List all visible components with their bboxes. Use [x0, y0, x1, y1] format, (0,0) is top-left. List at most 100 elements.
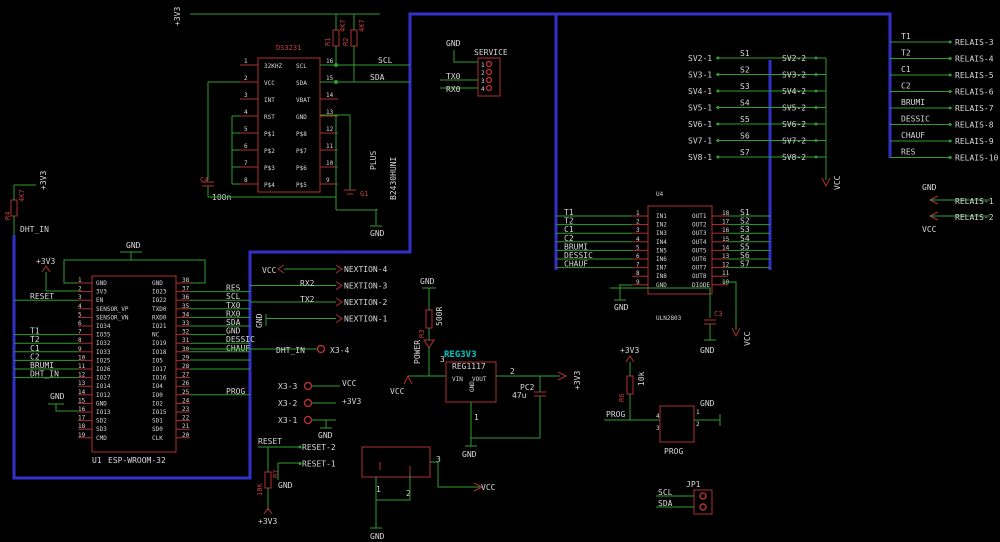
esp-lpin-num: 13 — [78, 380, 86, 387]
prog-button[interactable] — [659, 405, 695, 443]
nextion-arrow — [335, 314, 343, 323]
service-tx: TX0 — [446, 72, 461, 81]
r2-ref: R2 — [342, 38, 350, 46]
x3-pin — [303, 415, 313, 425]
esp-lpin-num: 6 — [78, 320, 82, 327]
sv-left-pin — [716, 106, 720, 109]
x3-label: X3-1 — [278, 416, 297, 425]
esp-rpin-name: IO2 — [152, 400, 163, 407]
ds3231-lpin-name: P$2 — [264, 148, 275, 155]
ds3231-rpin-name: P$8 — [296, 131, 307, 138]
esp32-module: U1 ESP-WROOM-32 1 GND 2 3V3 3 EN RESET 4 SENSOR_VP… — [14, 275, 255, 465]
relais-gnd-label: GND — [922, 183, 937, 192]
reg-vin: VIN — [452, 376, 463, 383]
prog-v33-arrow — [625, 355, 635, 363]
nextion-gnd: GND — [255, 313, 264, 328]
relais-net: RES — [901, 148, 916, 157]
sv-left-net: S6 — [740, 132, 750, 141]
uln-rpin-name: OUT3 — [692, 230, 707, 237]
r7-value: 10K — [256, 483, 264, 496]
r4-ref: R4 — [4, 212, 12, 220]
uln-lpin-name: IN4 — [656, 239, 667, 246]
esp-rpin-name: IO18 — [152, 349, 167, 356]
signal-bus — [12, 12, 892, 480]
v33-label-top: +3V3 — [173, 7, 182, 26]
service-pin — [485, 76, 493, 84]
esp-rpin-name: TXD0 — [152, 306, 167, 313]
esp-ref: U1 — [92, 456, 102, 465]
reg-gnd: GND — [469, 381, 476, 392]
ds3231-lpin-name: VCC — [264, 80, 275, 87]
uln-lpin-name: IN8 — [656, 273, 667, 280]
sv-left-label: SV7-1 — [688, 137, 712, 146]
esp-lpin-num: 19 — [78, 432, 86, 439]
service-pin-num: 3 — [481, 78, 485, 85]
ds3231-rpin-num: 12 — [326, 126, 334, 133]
x3-v33: +3V3 — [342, 397, 361, 406]
sv-right-label: SV2-2 — [782, 54, 806, 63]
relais-pin — [948, 90, 952, 93]
reg-gnd-label: GND — [462, 450, 477, 459]
sv-left-label: SV5-1 — [688, 104, 712, 113]
esp-rpin-name: IO5 — [152, 357, 163, 364]
uln-rpin-name: OUT5 — [692, 247, 707, 254]
service-pin — [485, 68, 493, 76]
uln-lpin-num: 2 — [636, 219, 640, 226]
esp-lpin-num: 10 — [78, 354, 86, 361]
esp-lpin-num: 1 — [78, 277, 82, 284]
esp-lpin-name: IO25 — [96, 357, 111, 364]
r7-v33: +3V3 — [258, 517, 277, 526]
sda-label: SDA — [370, 73, 385, 82]
r3-ref: R3 — [418, 330, 426, 338]
esp-lpin-name: IO13 — [96, 409, 111, 416]
uln-rpin-name: OUT4 — [692, 239, 707, 246]
reg-v33-label: +3V3 — [573, 371, 582, 390]
esp-rpin-name: NC — [152, 332, 160, 339]
ds3231-lpin-name: RST — [264, 114, 275, 121]
esp-rpin-name: SD0 — [152, 426, 163, 433]
esp-rnet: CHAUF — [226, 344, 250, 353]
reg-ref: REG3V3 — [444, 350, 477, 360]
esp-rpin-name: IO16 — [152, 375, 167, 382]
esp-lpin-num: 5 — [78, 311, 82, 318]
gnd-label-g1: GND — [370, 229, 385, 238]
service-pin-num: 4 — [481, 86, 485, 93]
sw-vcc-label: VCC — [481, 483, 496, 492]
sv-left-label: SV8-1 — [688, 153, 712, 162]
sw-pin1: 1 — [376, 485, 381, 494]
uln-lpin-num: 6 — [636, 253, 640, 260]
esp-rpin-name: IO23 — [152, 289, 167, 296]
sv-right-label: SV6-2 — [782, 120, 806, 129]
uln-lpin-num: 9 — [636, 279, 640, 286]
service-pin-num: 2 — [481, 70, 485, 77]
esp-lpin-num: 4 — [78, 303, 82, 310]
ds3231-lpin-num: 2 — [244, 75, 248, 82]
relais-label: RELAIS-5 — [955, 71, 994, 80]
esp-rpin-num: 31 — [182, 337, 190, 344]
sv-left-net: S4 — [740, 99, 750, 108]
uln-lpin-num: 8 — [636, 270, 640, 277]
esp-lpin-num: 8 — [78, 337, 82, 344]
sv-right-label: SV3-2 — [782, 71, 806, 80]
x3-pin — [316, 344, 326, 354]
esp-lpin-name: 3V3 — [96, 289, 107, 296]
x3-label: X3-4 — [330, 346, 349, 355]
relais-label: RELAIS-8 — [955, 121, 994, 130]
prog-net: PROG — [606, 410, 625, 419]
esp-value: ESP-WROOM-32 — [108, 456, 166, 465]
ds3231-lpin-num: 7 — [244, 160, 248, 167]
esp-rpin-num: 23 — [182, 406, 190, 413]
sv-left-pin — [716, 89, 720, 93]
relais-outputs: T1 RELAIS-3 T2 RELAIS-4 C1 RELAIS-5 C2 RELAIS-6… — [890, 32, 999, 163]
uln-lpin-name: IN3 — [656, 230, 667, 237]
c4-ref: C4 — [200, 176, 208, 184]
nextion-arrow — [335, 297, 343, 307]
ds3231-rpin-name: P$7 — [296, 148, 307, 155]
esp-gnd-top: GND — [126, 241, 141, 250]
sv-left-net: S2 — [740, 66, 750, 75]
ds3231-rtc: DS3231 1 32KHZ 2 VCC 3 INT 4 RST 5 P$1 6 P$2 7 P$3 8 P$4… — [231, 44, 338, 193]
sv-headers: SV2-1 S1 SV3-1 S2 SV4-1 S3 SV5-1 S4 SV6-1 S5 SV7-1… — [688, 49, 826, 162]
prog-gnd: GND — [700, 399, 715, 408]
x3-pin — [303, 381, 313, 391]
ds3231-rpin-name: P$6 — [296, 165, 307, 172]
